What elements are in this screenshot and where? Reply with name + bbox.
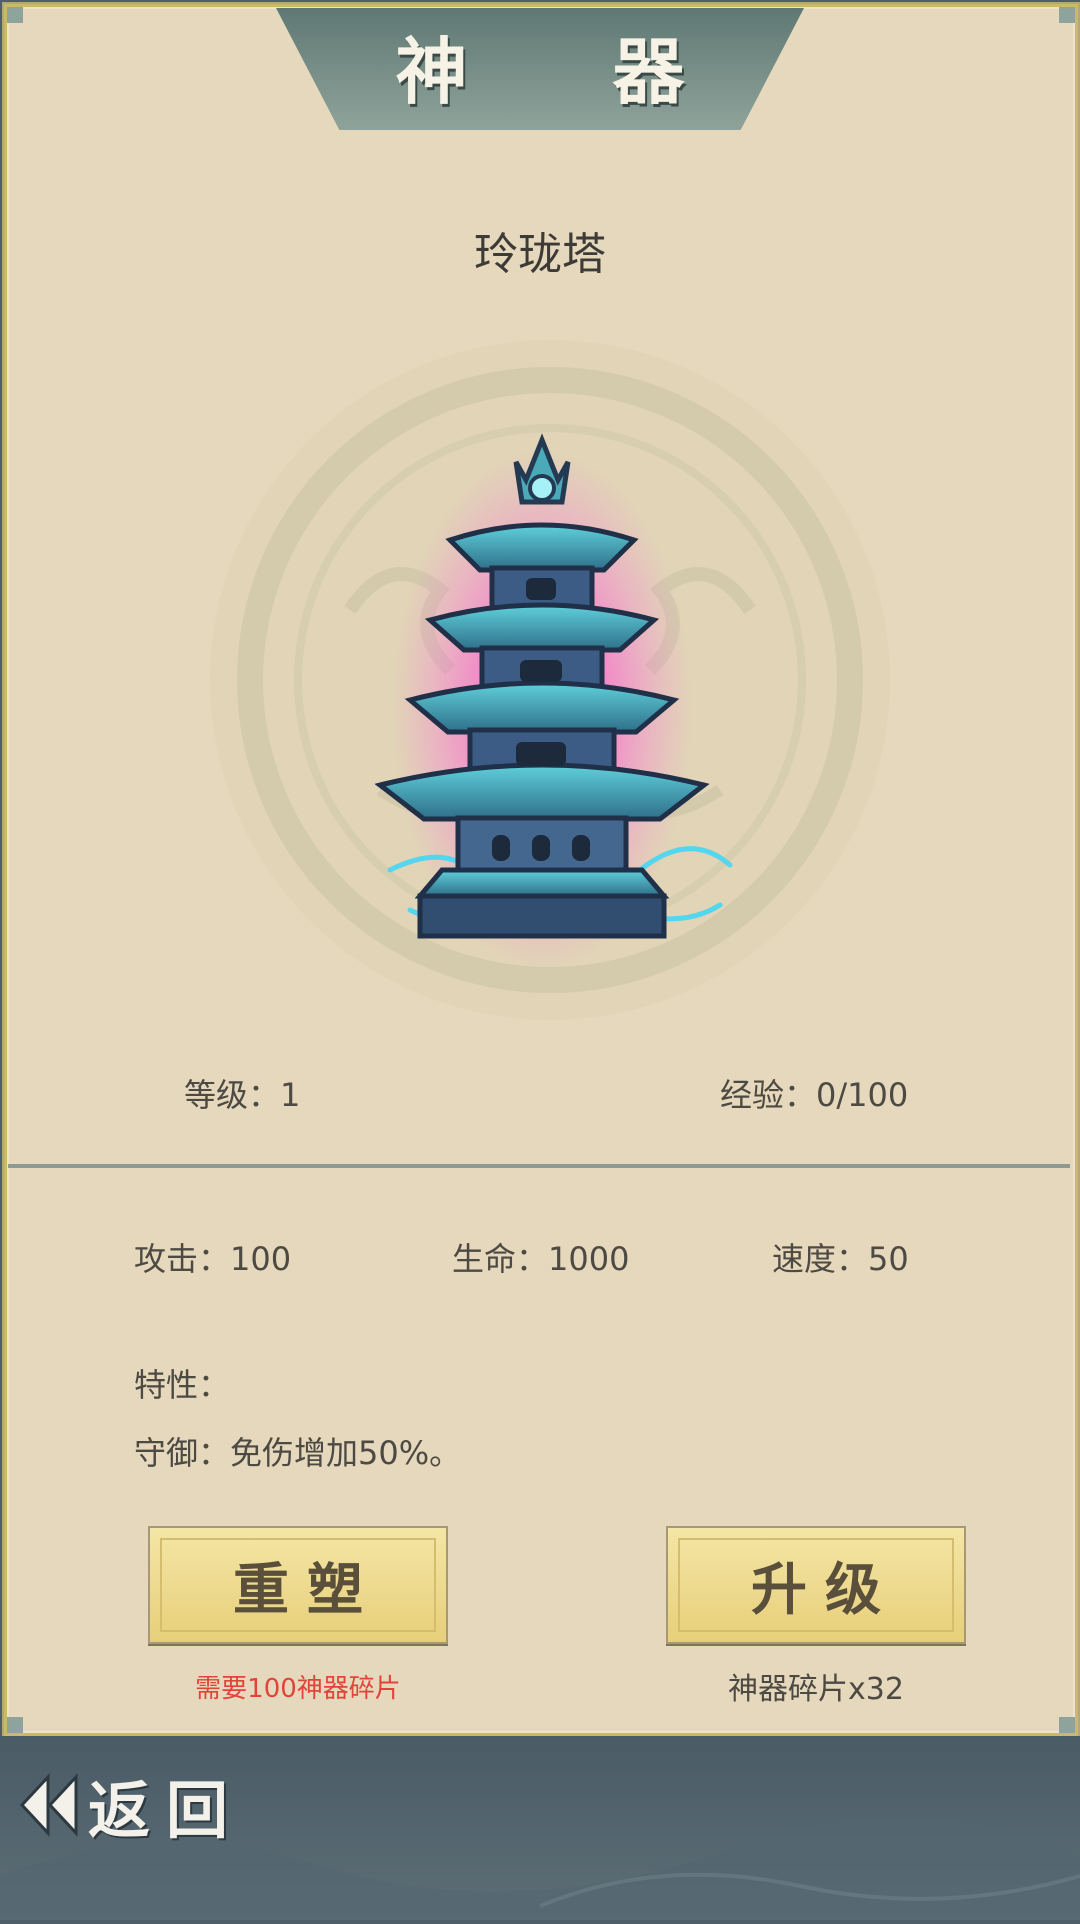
back-button[interactable]: 返回 bbox=[20, 1760, 280, 1850]
title-tab: 神 器 bbox=[276, 8, 804, 130]
level-label: 等级：1 bbox=[184, 1076, 301, 1114]
double-left-arrow-icon bbox=[20, 1773, 78, 1837]
fragment-count: 神器碎片x32 bbox=[728, 1672, 904, 1707]
reforge-label: 重塑 bbox=[233, 1556, 381, 1623]
corner-ornament bbox=[7, 1717, 23, 1733]
speed-stat: 速度：50 bbox=[772, 1240, 909, 1278]
reforge-cost-note: 需要100神器碎片 bbox=[195, 1674, 401, 1704]
corner-ornament bbox=[1059, 1717, 1075, 1733]
health-stat: 生命：1000 bbox=[452, 1240, 630, 1278]
reforge-button[interactable]: 重塑 bbox=[148, 1526, 448, 1644]
pagoda-tower-icon bbox=[210, 340, 890, 1020]
upgrade-button[interactable]: 升级 bbox=[666, 1526, 966, 1644]
trait-description: 守御：免伤增加50%。 bbox=[134, 1434, 462, 1472]
corner-ornament bbox=[1059, 7, 1075, 23]
artifact-image bbox=[180, 310, 920, 1030]
attack-stat: 攻击：100 bbox=[134, 1240, 292, 1278]
exp-label: 经验：0/100 bbox=[720, 1076, 909, 1114]
artifact-name: 玲珑塔 bbox=[474, 229, 606, 280]
corner-ornament bbox=[7, 7, 23, 23]
back-label: 返回 bbox=[88, 1774, 245, 1847]
divider bbox=[8, 1164, 1070, 1168]
trait-heading: 特性： bbox=[134, 1366, 231, 1404]
upgrade-label: 升级 bbox=[751, 1556, 899, 1623]
page-title: 神 器 bbox=[395, 28, 745, 114]
